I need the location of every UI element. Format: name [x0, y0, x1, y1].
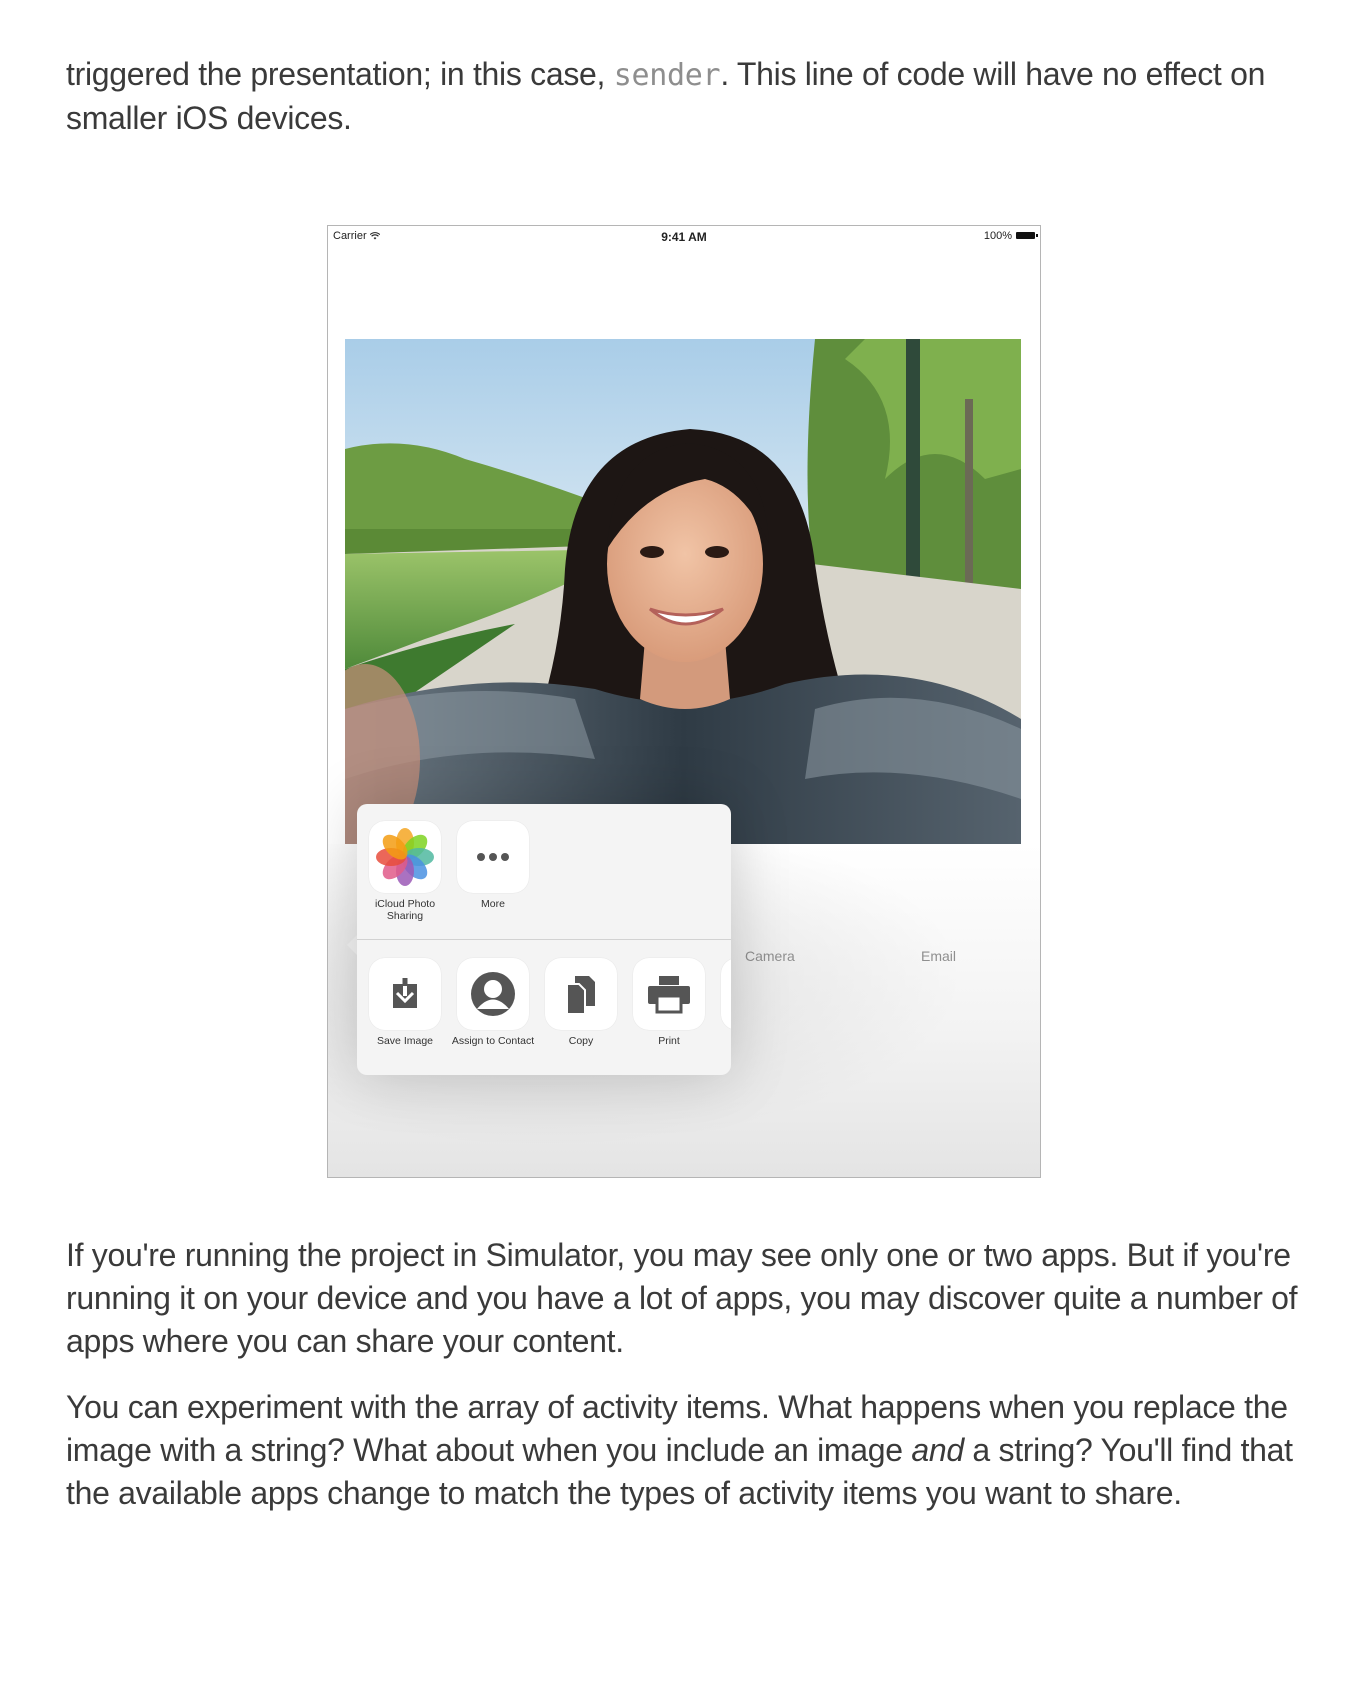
contact-icon: [471, 972, 515, 1016]
paragraph-text: triggered the presentation; in this case…: [66, 56, 614, 92]
tile-label: iCloud Photo Sharing: [374, 898, 436, 922]
assign-to-contact-button[interactable]: [457, 958, 529, 1030]
tile-label: A: [682, 1035, 731, 1047]
popover-arrow: [347, 935, 357, 955]
tile-label: More: [481, 898, 505, 910]
code-sender: sender: [613, 58, 721, 93]
status-time: 9:41 AM: [661, 230, 707, 244]
tile-label: Save Image: [376, 1035, 434, 1047]
share-sheet: iCloud Photo Sharing More Save Image Ass…: [357, 804, 731, 1075]
print-button[interactable]: [633, 958, 705, 1030]
paragraph-experiment: You can experiment with the array of act…: [66, 1386, 1316, 1515]
divider: [357, 939, 731, 940]
more-button[interactable]: [457, 821, 529, 893]
ipad-screenshot: Carrier 9:41 AM 100% Camera Email iCloud…: [327, 225, 1041, 1178]
selfie-photo: [345, 339, 1021, 844]
paragraph-intro: triggered the presentation; in this case…: [66, 53, 1316, 140]
partial-action-button[interactable]: [721, 958, 731, 1030]
tile-label: Copy: [568, 1035, 594, 1047]
tile-label: Assign to Contact: [451, 1035, 535, 1047]
status-bar: Carrier 9:41 AM 100%: [328, 226, 1040, 246]
paragraph-simulator: If you're running the project in Simulat…: [66, 1237, 1298, 1359]
status-battery-text: 100%: [983, 230, 1012, 242]
photos-icon: [376, 828, 434, 886]
copy-icon: [566, 976, 595, 1015]
emphasis-and: and: [911, 1432, 964, 1468]
copy-button[interactable]: [545, 958, 617, 1030]
icloud-photo-sharing-button[interactable]: [369, 821, 441, 893]
print-icon: [648, 976, 690, 1014]
battery-icon: [1016, 232, 1038, 239]
save-image-button[interactable]: [369, 958, 441, 1030]
camera-label: Camera: [745, 948, 795, 964]
more-icon: [477, 853, 509, 861]
email-label: Email: [921, 948, 957, 964]
save-image-icon: [393, 978, 417, 1008]
